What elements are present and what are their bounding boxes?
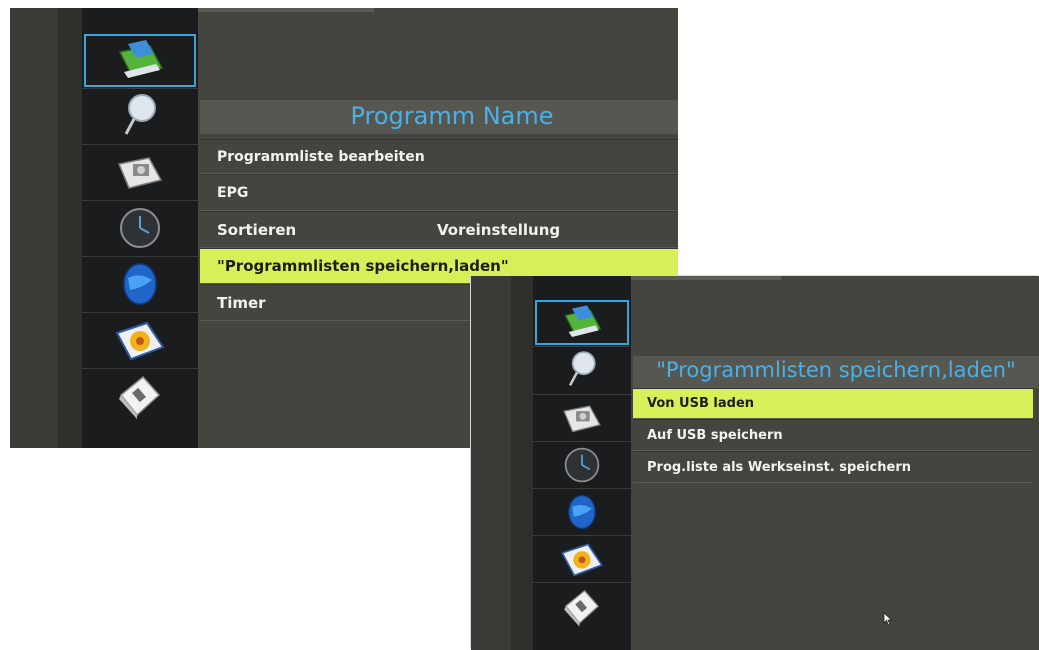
sidebar-item-media[interactable]: [533, 582, 631, 632]
menu-item-label: EPG: [217, 184, 249, 201]
media-usb-icon: [119, 375, 161, 419]
time-icon: [564, 447, 600, 482]
sidebar-item-channel[interactable]: [82, 32, 198, 89]
menu-item-sortieren[interactable]: Sortieren Voreinstellung: [200, 211, 678, 248]
sidebar-item-time[interactable]: [533, 441, 631, 489]
menu-item-label: Auf USB speichern: [647, 427, 783, 443]
sidebar-item-network[interactable]: [533, 488, 631, 536]
sidebar-item-options[interactable]: [82, 312, 198, 369]
picture-settings-icon: [563, 404, 601, 432]
page-title: Programm Name: [350, 102, 554, 130]
tv-menu-screen-submenu: "Programmlisten speichern,laden" Von USB…: [471, 276, 1039, 650]
menu-item-auf-usb-speichern[interactable]: Auf USB speichern: [633, 419, 1033, 451]
sidebar-item-network[interactable]: [82, 256, 198, 313]
sidebar-icons: [533, 276, 631, 650]
search-icon: [124, 94, 156, 135]
sidebar-icons: [82, 8, 198, 448]
menu-item-label: "Programmlisten speichern,laden": [217, 257, 509, 275]
left-frame: [10, 8, 58, 448]
picture-settings-icon: [117, 157, 163, 189]
menu-item-epg[interactable]: EPG: [200, 174, 678, 211]
left-frame: [471, 276, 511, 650]
sidebar-item-picture[interactable]: [82, 144, 198, 201]
menu-item-von-usb-laden[interactable]: Von USB laden: [633, 388, 1033, 419]
sortieren-value: Voreinstellung: [437, 220, 561, 239]
time-icon: [120, 208, 160, 248]
sidebar-item-picture[interactable]: [533, 394, 631, 442]
mouse-cursor-icon: [883, 612, 893, 626]
menu-item-prog-liste-als-werkseinst-speichern[interactable]: Prog.liste als Werkseinst. speichern: [633, 451, 1033, 483]
menu-item-label: Prog.liste als Werkseinst. speichern: [647, 459, 912, 475]
menu-item-label: Sortieren: [217, 220, 297, 239]
menu-item-label: Programmliste bearbeiten: [217, 148, 425, 165]
menu-item-label: Timer: [217, 293, 266, 312]
menu-item-programmliste-bearbeiten[interactable]: Programmliste bearbeiten: [200, 139, 678, 174]
left-frame-inner: [58, 8, 82, 448]
options-flower-icon: [560, 542, 604, 576]
media-usb-icon: [564, 589, 600, 627]
sidebar-item-media[interactable]: [82, 368, 198, 424]
search-icon: [568, 351, 596, 386]
network-globe-icon: [568, 494, 596, 529]
left-frame-inner: [511, 276, 533, 650]
sidebar-item-options[interactable]: [533, 535, 631, 583]
sidebar-item-search[interactable]: [533, 346, 631, 395]
network-globe-icon: [123, 263, 157, 305]
channel-settings-icon: [564, 305, 602, 337]
menu-item-label: Von USB laden: [647, 396, 755, 411]
channel-settings-icon: [118, 40, 164, 78]
sidebar-item-channel[interactable]: [533, 298, 631, 347]
options-flower-icon: [115, 321, 165, 361]
sidebar-item-search[interactable]: [82, 88, 198, 145]
sidebar-item-time[interactable]: [82, 200, 198, 257]
page-title: "Programmlisten speichern,laden": [656, 358, 1016, 382]
